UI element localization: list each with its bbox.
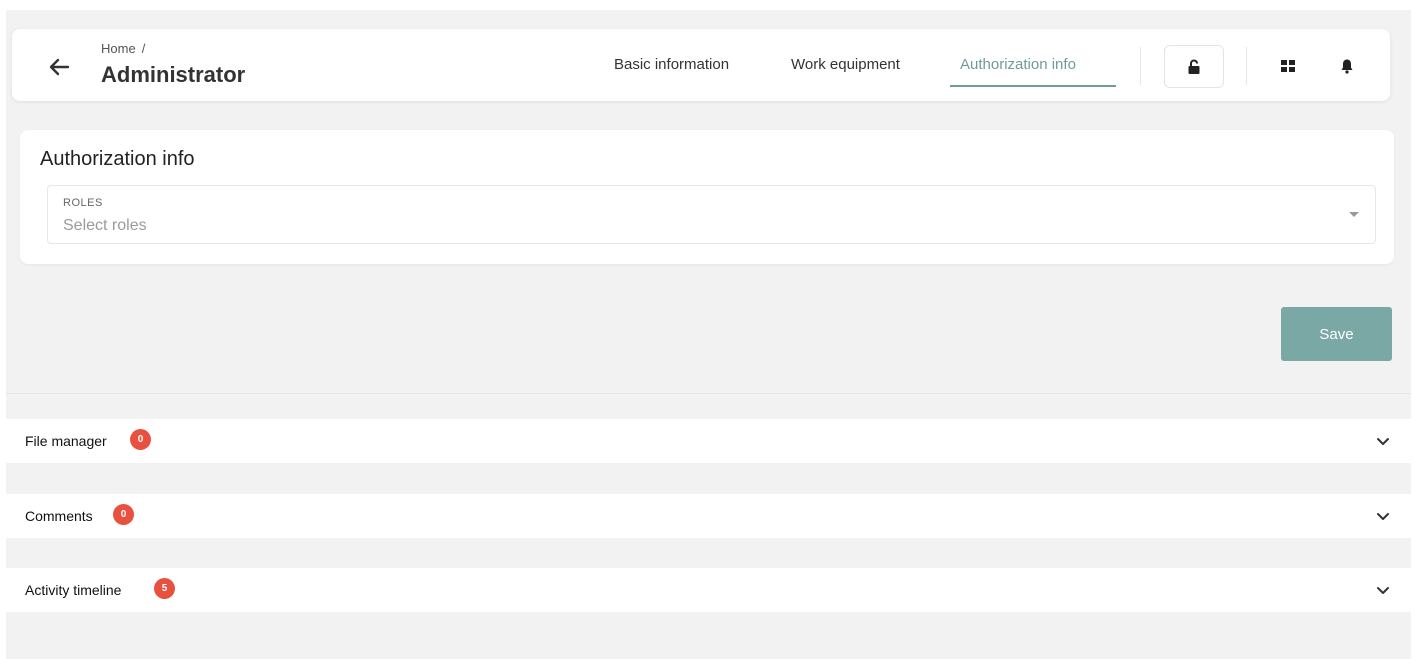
- caret-down-icon: [1349, 212, 1359, 217]
- back-button[interactable]: [44, 52, 74, 82]
- section-title: Authorization info: [40, 148, 195, 170]
- comments-panel[interactable]: Comments 0: [6, 494, 1411, 538]
- header-divider: [1246, 47, 1247, 85]
- breadcrumb: Home /: [101, 41, 145, 56]
- count-badge: 0: [113, 504, 134, 525]
- chevron-down-icon: [1377, 513, 1389, 520]
- roles-select[interactable]: ROLES Select roles: [47, 185, 1376, 244]
- activity-timeline-panel[interactable]: Activity timeline 5: [6, 568, 1411, 612]
- unlock-icon: [1188, 59, 1200, 74]
- header-divider: [1140, 47, 1141, 85]
- section-divider: [6, 393, 1411, 394]
- page-background: [6, 10, 1411, 659]
- panel-title: Activity timeline: [25, 582, 122, 598]
- roles-label: ROLES: [63, 197, 103, 209]
- apps-button[interactable]: [1276, 54, 1300, 78]
- breadcrumb-separator: /: [141, 41, 146, 56]
- panel-title: File manager: [25, 433, 107, 449]
- notifications-button[interactable]: [1335, 54, 1359, 78]
- tab-authorization-info[interactable]: Authorization info: [960, 56, 1076, 73]
- panel-title: Comments: [25, 508, 93, 524]
- lock-button[interactable]: [1164, 45, 1224, 88]
- save-button[interactable]: Save: [1281, 307, 1392, 361]
- grid-icon: [1281, 60, 1295, 72]
- tab-work-equipment[interactable]: Work equipment: [791, 56, 900, 73]
- file-manager-panel[interactable]: File manager 0: [6, 419, 1411, 463]
- bell-icon: [1341, 59, 1353, 74]
- chevron-down-icon: [1377, 587, 1389, 594]
- back-arrow-icon: [49, 58, 70, 76]
- roles-placeholder: Select roles: [63, 217, 147, 234]
- breadcrumb-home-link[interactable]: Home: [101, 41, 136, 56]
- count-badge: 5: [154, 578, 175, 599]
- chevron-down-icon: [1377, 438, 1389, 445]
- tab-basic-information[interactable]: Basic information: [614, 56, 729, 73]
- active-tab-indicator: [950, 85, 1116, 87]
- count-badge: 0: [130, 429, 151, 450]
- page-title: Administrator: [101, 62, 246, 87]
